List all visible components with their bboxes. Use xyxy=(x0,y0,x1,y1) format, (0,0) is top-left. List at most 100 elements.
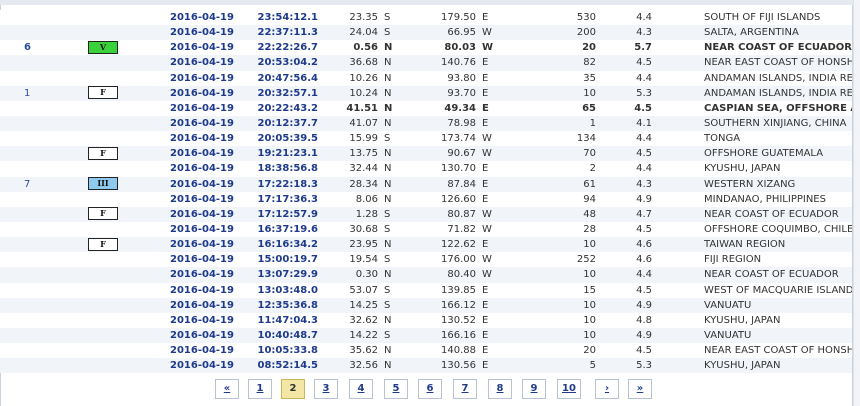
event-date[interactable]: 2016-04-19 xyxy=(170,131,234,147)
felt-report-count[interactable] xyxy=(0,131,88,147)
table-row[interactable]: 2016-04-19 10:05:33.8 35.62 N 140.88 E 20 4.5 NE… xyxy=(0,343,852,359)
event-time[interactable]: 20:47:56.4 xyxy=(234,70,318,86)
table-row[interactable]: 2016-04-19 20:05:39.5 15.99 S 173.74 W 134 4.4 T… xyxy=(0,131,852,147)
page-7[interactable]: 7 xyxy=(453,379,477,399)
event-date[interactable]: 2016-04-19 xyxy=(170,176,234,192)
table-row[interactable]: 6 V 2016-04-19 22:22:26.7 0.56 N 80.03 W 20 5.7 NE… xyxy=(0,40,852,56)
event-date[interactable]: 2016-04-19 xyxy=(170,237,234,253)
event-time[interactable]: 20:32:57.1 xyxy=(234,85,318,101)
event-date[interactable]: 2016-04-19 xyxy=(170,267,234,283)
table-row[interactable]: 2016-04-19 20:47:56.4 10.26 N 93.80 E 35 4.4 AND… xyxy=(0,70,852,86)
page-1[interactable]: 1 xyxy=(248,379,272,399)
felt-report-count[interactable] xyxy=(0,206,88,222)
event-date[interactable]: 2016-04-19 xyxy=(170,191,234,207)
table-row[interactable]: 2016-04-19 23:54:12.1 23.35 S 179.50 E 530 4.4 S… xyxy=(0,10,852,26)
event-time[interactable]: 10:05:33.8 xyxy=(234,343,318,359)
event-time[interactable]: 20:53:04.2 xyxy=(234,55,318,71)
event-time[interactable]: 16:16:34.2 xyxy=(234,237,318,253)
felt-report-count[interactable] xyxy=(0,25,88,41)
event-time[interactable]: 20:22:43.2 xyxy=(234,100,318,116)
page-6[interactable]: 6 xyxy=(418,379,442,399)
event-time[interactable]: 22:22:26.7 xyxy=(234,40,318,56)
intensity-badge[interactable]: V xyxy=(88,40,118,54)
event-date[interactable]: 2016-04-19 xyxy=(170,115,234,132)
table-row[interactable]: 2016-04-19 22:37:11.3 24.04 S 66.95 W 200 4.3 SA… xyxy=(0,25,852,41)
event-date[interactable]: 2016-04-19 xyxy=(170,85,234,101)
felt-report-count[interactable] xyxy=(0,312,88,328)
event-date[interactable]: 2016-04-19 xyxy=(170,206,234,222)
event-date[interactable]: 2016-04-19 xyxy=(170,161,234,177)
event-time[interactable]: 11:47:04.3 xyxy=(234,312,318,328)
intensity-badge[interactable]: F xyxy=(88,237,118,251)
event-time[interactable]: 18:38:56.8 xyxy=(234,161,318,177)
felt-report-count[interactable]: 7 xyxy=(0,176,88,192)
felt-report-count[interactable] xyxy=(0,115,88,132)
event-date[interactable]: 2016-04-19 xyxy=(170,10,234,26)
felt-report-count[interactable] xyxy=(0,221,88,238)
felt-report-count[interactable] xyxy=(0,343,88,359)
page-3[interactable]: 3 xyxy=(314,379,338,399)
event-time[interactable]: 10:40:48.7 xyxy=(234,327,318,344)
felt-report-count[interactable] xyxy=(0,100,88,116)
page-2[interactable]: 2 xyxy=(281,379,305,399)
table-row[interactable]: F 2016-04-19 19:21:23.1 13.75 N 90.67 W 70 4.5 OF… xyxy=(0,146,852,162)
intensity-badge[interactable]: III xyxy=(88,177,118,191)
page-9[interactable]: 9 xyxy=(522,379,546,399)
event-date[interactable]: 2016-04-19 xyxy=(170,327,234,344)
event-date[interactable]: 2016-04-19 xyxy=(170,146,234,162)
event-time[interactable]: 22:37:11.3 xyxy=(234,25,318,41)
table-row[interactable]: 1 F 2016-04-19 20:32:57.1 10.24 N 93.70 E 10 5.3 A… xyxy=(0,85,852,101)
felt-report-count[interactable]: 6 xyxy=(0,40,88,56)
event-date[interactable]: 2016-04-19 xyxy=(170,252,234,268)
event-time[interactable]: 15:00:19.7 xyxy=(234,252,318,268)
table-row[interactable]: 2016-04-19 16:37:19.6 30.68 S 71.82 W 28 4.5 OFF… xyxy=(0,221,852,238)
event-time[interactable]: 17:17:36.3 xyxy=(234,191,318,207)
table-row[interactable]: 2016-04-19 20:53:04.2 36.68 N 140.76 E 82 4.5 NE… xyxy=(0,55,852,71)
table-row[interactable]: 2016-04-19 13:07:29.9 0.30 N 80.40 W 10 4.4 NEAR… xyxy=(0,267,852,283)
felt-report-count[interactable] xyxy=(0,237,88,253)
table-row[interactable]: 2016-04-19 17:17:36.3 8.06 N 126.60 E 94 4.9 MIN… xyxy=(0,191,852,207)
event-time[interactable]: 17:12:57.9 xyxy=(234,206,318,222)
felt-report-count[interactable] xyxy=(0,358,88,374)
event-date[interactable]: 2016-04-19 xyxy=(170,312,234,328)
event-time[interactable]: 13:07:29.9 xyxy=(234,267,318,283)
event-time[interactable]: 19:21:23.1 xyxy=(234,146,318,162)
event-date[interactable]: 2016-04-19 xyxy=(170,221,234,238)
event-date[interactable]: 2016-04-19 xyxy=(170,297,234,313)
felt-report-count[interactable] xyxy=(0,10,88,26)
table-row[interactable]: 2016-04-19 13:03:48.0 53.07 S 139.85 E 15 4.5 WE… xyxy=(0,282,852,298)
felt-report-count[interactable] xyxy=(0,282,88,298)
felt-report-count[interactable] xyxy=(0,252,88,268)
event-date[interactable]: 2016-04-19 xyxy=(170,100,234,116)
event-date[interactable]: 2016-04-19 xyxy=(170,343,234,359)
felt-report-count[interactable] xyxy=(0,327,88,344)
event-time[interactable]: 20:12:37.7 xyxy=(234,115,318,132)
table-row[interactable]: 2016-04-19 12:35:36.8 14.25 S 166.12 E 10 4.9 VA… xyxy=(0,297,852,313)
table-row[interactable]: 2016-04-19 20:12:37.7 41.07 N 78.98 E 1 4.1 SOUT… xyxy=(0,115,852,132)
page-5[interactable]: 5 xyxy=(384,379,408,399)
intensity-badge[interactable]: F xyxy=(88,146,118,160)
felt-report-count[interactable] xyxy=(0,161,88,177)
scrollbar-track[interactable] xyxy=(853,0,860,406)
event-time[interactable]: 08:52:14.5 xyxy=(234,358,318,374)
first-page-button[interactable]: « xyxy=(215,379,239,399)
table-row[interactable]: 7 III 2016-04-19 17:22:18.3 28.34 N 87.84 E 61 4.… xyxy=(0,176,852,192)
table-row[interactable]: 2016-04-19 11:47:04.3 32.62 N 130.52 E 10 4.8 KY… xyxy=(0,312,852,328)
event-date[interactable]: 2016-04-19 xyxy=(170,25,234,41)
felt-report-count[interactable] xyxy=(0,70,88,86)
table-row[interactable]: F 2016-04-19 17:12:57.9 1.28 S 80.87 W 48 4.7 NEA… xyxy=(0,206,852,222)
table-row[interactable]: 2016-04-19 08:52:14.5 32.56 N 130.56 E 5 5.3 KYU… xyxy=(0,358,852,374)
felt-report-count[interactable] xyxy=(0,267,88,283)
table-row[interactable]: F 2016-04-19 16:16:34.2 23.95 N 122.62 E 10 4.6 T… xyxy=(0,237,852,253)
event-time[interactable]: 13:03:48.0 xyxy=(234,282,318,298)
event-date[interactable]: 2016-04-19 xyxy=(170,358,234,374)
last-page-button[interactable]: » xyxy=(628,379,652,399)
event-time[interactable]: 20:05:39.5 xyxy=(234,131,318,147)
felt-report-count[interactable]: 1 xyxy=(0,85,88,101)
event-date[interactable]: 2016-04-19 xyxy=(170,55,234,71)
felt-report-count[interactable] xyxy=(0,55,88,71)
table-row[interactable]: 2016-04-19 18:38:56.8 32.44 N 130.70 E 2 4.4 KYU… xyxy=(0,161,852,177)
page-10[interactable]: 10 xyxy=(557,379,581,399)
felt-report-count[interactable] xyxy=(0,191,88,207)
event-time[interactable]: 16:37:19.6 xyxy=(234,221,318,238)
